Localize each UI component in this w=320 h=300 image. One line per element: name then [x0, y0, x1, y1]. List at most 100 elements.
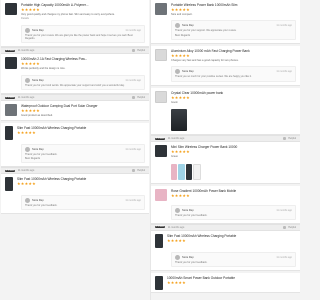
- reply-author: Store Rep: [32, 147, 44, 151]
- footer-date: 11 months ago: [17, 96, 35, 100]
- reply-text: Thank you for your kind words. We apprec…: [25, 83, 125, 87]
- reviews-page: Portable High Capacity 10000mAh Li-Polym…: [0, 0, 300, 300]
- avatar: [175, 69, 180, 75]
- avatar: [25, 77, 30, 83]
- footer-date: 11 months ago: [17, 169, 35, 173]
- avatar: [175, 207, 180, 213]
- review-card: Slim Fast 10000mAh Wireless Charging Por…: [1, 122, 149, 168]
- reply-text: Thank you for your review. We are glad y…: [25, 33, 133, 41]
- star-rating: ★★★★★: [171, 53, 190, 58]
- reply-author: Store Rep: [182, 70, 194, 74]
- star-rating: ★★★★★: [167, 280, 186, 286]
- review-text: Works perfectly and the design is nice.: [21, 67, 66, 71]
- review-photo-gallery[interactable]: [171, 163, 201, 180]
- review-footer: 5 STAR 11 months ago Helpful: [1, 47, 149, 55]
- seller-reply: Store Rep 11 months ago Thank you for yo…: [171, 204, 296, 220]
- rating-badge: 5 STAR: [5, 169, 15, 172]
- review-footer: 5 STAR 11 months ago Helpful: [151, 223, 300, 231]
- reply-date: 11 months ago: [125, 199, 141, 203]
- reply-text: Thank you for your feedback.: [25, 204, 58, 208]
- helpful-button[interactable]: Helpful: [132, 169, 145, 173]
- product-thumbnail[interactable]: [155, 3, 167, 15]
- thumbs-up-icon: [132, 49, 136, 53]
- review-card: Portable Wireless Power Bank 10000mAh Sl…: [151, 0, 300, 44]
- review-photo[interactable]: [171, 163, 178, 180]
- reply-author: Store Rep: [182, 208, 194, 212]
- product-thumbnail[interactable]: [155, 90, 167, 103]
- seller-reply: Store Rep 11 months ago Thank you for yo…: [21, 143, 145, 164]
- helpful-button[interactable]: Helpful: [132, 96, 145, 100]
- reply-date: 11 months ago: [125, 147, 141, 151]
- review-text: Good product as described.: [21, 114, 53, 118]
- avatar: [175, 23, 180, 29]
- reply-author: Store Rep: [32, 78, 44, 82]
- reply-text: Thank you for your feedback.: [25, 152, 58, 156]
- helpful-button[interactable]: Helpful: [132, 49, 145, 53]
- review-footer: 5 STAR 11 months ago Helpful: [151, 135, 300, 143]
- product-thumbnail[interactable]: [5, 3, 17, 15]
- seller-reply: Store Rep 11 months ago Thank you for yo…: [21, 195, 145, 211]
- reply-text: Thank you for your feedback.: [175, 213, 208, 217]
- helpful-button[interactable]: Helpful: [283, 137, 296, 141]
- product-thumbnail[interactable]: [155, 233, 163, 248]
- reply-author: Store Rep: [182, 24, 194, 28]
- review-text: Very good quality and charges my phone f…: [21, 13, 115, 16]
- avatar: [25, 198, 30, 204]
- reply-date: 11 months ago: [276, 255, 292, 259]
- star-rating: ★★★★★: [171, 149, 190, 155]
- seller-reply: Store Rep 11 months ago Thank you for yo…: [171, 251, 296, 268]
- reply-date: 11 months ago: [276, 70, 292, 74]
- star-rating: ★★★★★: [21, 7, 40, 12]
- reply-signature: Best Regards: [25, 156, 41, 160]
- right-review-column: Portable Wireless Power Bank 10000mAh Sl…: [150, 0, 300, 300]
- review-card: 10000mAh 2.1A Fast Charging Wireless Pow…: [1, 54, 149, 95]
- star-rating: ★★★★★: [17, 181, 36, 187]
- thumbs-up-icon: [132, 169, 136, 173]
- rating-badge: 5 STAR: [155, 226, 165, 229]
- review-card: Portable High Capacity 10000mAh Li-Polym…: [1, 0, 149, 48]
- left-review-column: Portable High Capacity 10000mAh Li-Polym…: [0, 0, 150, 300]
- review-card: Aluminium Alloy 10000 mAh Fast Charging …: [151, 46, 300, 86]
- review-photo[interactable]: [192, 163, 201, 180]
- reply-date: 11 months ago: [125, 78, 141, 82]
- star-rating: ★★★★★: [17, 129, 36, 135]
- product-thumbnail[interactable]: [155, 145, 167, 158]
- footer-date: 11 months ago: [167, 225, 185, 229]
- seller-reply: Store Rep 11 months ago Thank you for yo…: [171, 20, 296, 40]
- review-card: Waterproof Outdoor Camping Dual Port Sol…: [1, 101, 149, 121]
- review-text: Nice and compact.: [171, 13, 193, 16]
- product-thumbnail[interactable]: [155, 188, 167, 201]
- seller-reply: Store Rep 11 months ago Thank you for yo…: [21, 74, 145, 91]
- details-link[interactable]: Details: [21, 17, 145, 20]
- star-rating: ★★★★★: [21, 108, 40, 114]
- seller-reply: Store Rep 11 months ago Thank you so muc…: [171, 66, 296, 82]
- helpful-button[interactable]: Helpful: [283, 225, 296, 229]
- review-footer: 5 STAR 11 months ago Helpful: [1, 94, 149, 102]
- product-thumbnail[interactable]: [5, 177, 13, 192]
- review-text: Good.: [171, 100, 179, 104]
- review-card: Mini Slim Wireless Charger Power Bank 10…: [151, 142, 300, 184]
- reply-date: 11 months ago: [125, 28, 141, 32]
- review-footer: 5 STAR 11 months ago Helpful: [1, 167, 149, 175]
- product-thumbnail[interactable]: [155, 49, 167, 61]
- review-text: Great.: [171, 155, 179, 159]
- product-thumbnail[interactable]: [155, 276, 163, 291]
- avatar: [25, 146, 30, 152]
- product-thumbnail[interactable]: [5, 125, 13, 140]
- product-thumbnail[interactable]: [5, 104, 17, 117]
- review-photo[interactable]: [178, 163, 185, 180]
- helpful-label: Helpful: [288, 137, 296, 141]
- review-card: Rose Gradient 10000mAh Power Bank Mobile…: [151, 185, 300, 224]
- helpful-label: Helpful: [137, 96, 145, 100]
- rating-badge: 5 STAR: [5, 96, 15, 99]
- review-card: Slim Fast 10000mAh Wireless Charging Por…: [151, 230, 300, 272]
- avatar: [25, 27, 30, 33]
- reply-author: Store Rep: [32, 28, 44, 32]
- review-photo[interactable]: [185, 163, 192, 180]
- product-thumbnail[interactable]: [5, 57, 17, 70]
- review-card: Slim Fast 10000mAh Wireless Charging Por…: [1, 174, 149, 215]
- star-rating: ★★★★★: [167, 237, 186, 243]
- reply-date: 11 months ago: [276, 208, 292, 212]
- review-photo[interactable]: [171, 109, 187, 132]
- reply-text: Thank you for your feedback.: [175, 260, 208, 264]
